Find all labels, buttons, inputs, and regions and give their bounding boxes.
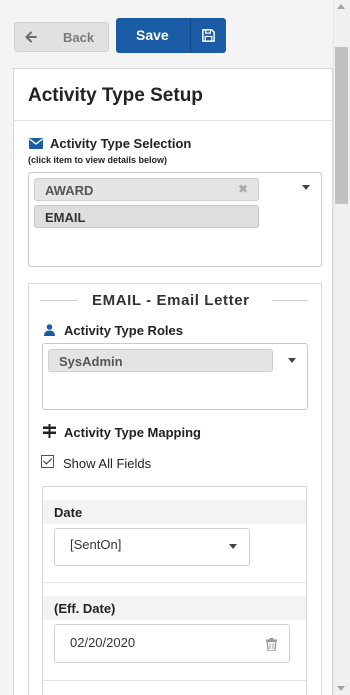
signpost-icon bbox=[43, 424, 56, 438]
back-button[interactable]: Back bbox=[14, 22, 109, 52]
selected-type-tag[interactable]: EMAIL bbox=[34, 205, 259, 228]
show-all-fields-checkbox[interactable] bbox=[41, 455, 54, 468]
user-icon bbox=[44, 324, 55, 336]
selection-hint: (click item to view details below) bbox=[28, 155, 168, 165]
show-all-fields-label: Show All Fields bbox=[63, 456, 152, 471]
panel-title: Activity Type Setup bbox=[28, 85, 203, 106]
field-header bbox=[43, 500, 306, 524]
title-divider bbox=[14, 120, 332, 121]
title-rule-right bbox=[272, 300, 308, 301]
date-select[interactable]: [SentOn] bbox=[54, 528, 250, 566]
row-divider bbox=[43, 582, 306, 583]
field-label-date: Date bbox=[54, 505, 83, 520]
chevron-down-icon[interactable] bbox=[229, 544, 237, 549]
eff-date-value: 02/20/2020 bbox=[70, 635, 136, 650]
role-tag[interactable]: SysAdmin bbox=[48, 349, 273, 372]
activity-type-roles-label: Activity Type Roles bbox=[64, 323, 183, 338]
eff-date-input[interactable]: 02/20/2020 bbox=[54, 624, 290, 663]
back-button-label: Back bbox=[63, 30, 95, 45]
chevron-down-icon[interactable] bbox=[302, 185, 310, 190]
field-label-eff-date: (Eff. Date) bbox=[54, 601, 116, 616]
scroll-down-icon[interactable] bbox=[337, 686, 345, 691]
selected-type-tag-label: EMAIL bbox=[45, 210, 86, 225]
activity-type-mapping-label: Activity Type Mapping bbox=[64, 425, 201, 440]
detail-title: EMAIL - Email Letter bbox=[92, 292, 250, 309]
selected-type-tag[interactable]: AWARD ✖ bbox=[34, 178, 259, 201]
role-tag-label: SysAdmin bbox=[59, 354, 123, 369]
activity-type-selection-label: Activity Type Selection bbox=[50, 136, 192, 151]
title-rule-left bbox=[40, 300, 78, 301]
trash-icon[interactable] bbox=[266, 638, 277, 651]
save-button-label: Save bbox=[136, 27, 169, 43]
save-button-separator bbox=[190, 18, 191, 53]
row-divider bbox=[43, 680, 306, 681]
scroll-up-icon[interactable] bbox=[337, 4, 345, 9]
save-button[interactable]: Save bbox=[116, 18, 226, 53]
envelope-icon bbox=[29, 138, 43, 149]
chevron-down-icon[interactable] bbox=[288, 358, 296, 363]
selected-type-tag-label: AWARD bbox=[45, 183, 94, 198]
remove-x-icon[interactable]: ✖ bbox=[238, 182, 248, 196]
arrow-left-icon bbox=[25, 31, 37, 43]
date-select-value: [SentOn] bbox=[70, 537, 122, 552]
scrollbar-thumb[interactable] bbox=[335, 47, 348, 204]
floppy-disk-icon[interactable] bbox=[201, 28, 216, 43]
